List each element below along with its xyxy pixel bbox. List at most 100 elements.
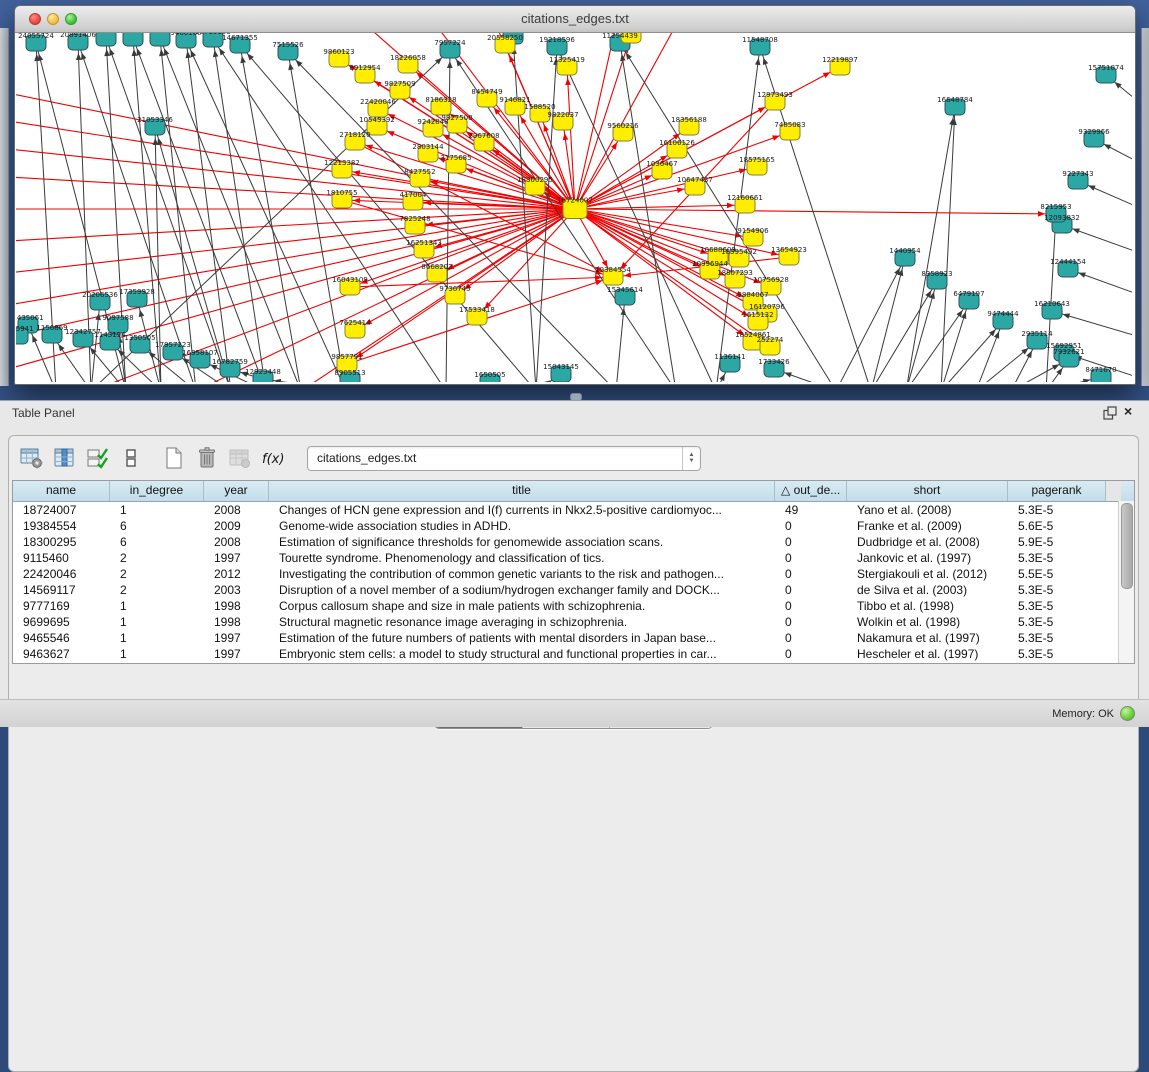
table-settings-icon[interactable] bbox=[19, 445, 45, 471]
window-titlebar[interactable]: citations_edges.txt bbox=[15, 6, 1135, 33]
column-header-short[interactable]: short bbox=[847, 481, 1008, 501]
node-label: 7932621 bbox=[1053, 348, 1084, 356]
cell-in_degree: 1 bbox=[110, 630, 204, 646]
node-label: 9097588 bbox=[102, 314, 133, 322]
cell-pagerank: 5.3E-5 bbox=[1008, 582, 1106, 598]
cell-short: Dudbridge et al. (2008) bbox=[847, 534, 1008, 550]
select-rows-icon[interactable] bbox=[85, 445, 111, 471]
cell-title: Embryonic stem cells: a model to study s… bbox=[269, 646, 775, 662]
cell-in_degree: 1 bbox=[110, 614, 204, 630]
node-label: 9827509 bbox=[384, 80, 415, 88]
edge-arrowhead bbox=[81, 52, 86, 60]
view-mode-icon[interactable] bbox=[118, 445, 144, 471]
node-label: 19218596 bbox=[539, 36, 575, 44]
cell-pagerank: 5.3E-5 bbox=[1008, 646, 1106, 662]
cell-year: 2008 bbox=[204, 534, 269, 550]
edge-arrowhead bbox=[994, 331, 999, 339]
cell-pagerank: 5.3E-5 bbox=[1008, 550, 1106, 566]
new-table-icon[interactable] bbox=[161, 445, 187, 471]
cell-out_de: 0 bbox=[775, 614, 847, 630]
edge-arrowhead bbox=[58, 344, 64, 351]
edge-arrowhead bbox=[727, 203, 734, 209]
edge-arrowhead bbox=[823, 72, 830, 78]
table-scrollbar[interactable] bbox=[1118, 501, 1134, 663]
cell-name: 9777169 bbox=[13, 598, 110, 614]
cell-title: Disruption of a novel member of a sodium… bbox=[269, 582, 775, 598]
cell-pagerank: 5.3E-5 bbox=[1008, 630, 1106, 646]
column-header-in_degree[interactable]: in_degree bbox=[110, 481, 204, 501]
table-row[interactable]: 1830029562008Estimation of significance … bbox=[13, 534, 1134, 550]
node-label: 20558250 bbox=[487, 34, 523, 42]
node-label: 9884067 bbox=[737, 291, 768, 299]
column-header-pagerank[interactable]: pagerank bbox=[1008, 481, 1106, 501]
table-row[interactable]: 1872400712008Changes of HCN gene express… bbox=[13, 502, 1134, 518]
table-row[interactable]: 946362711997Embryonic stem cells: a mode… bbox=[13, 646, 1134, 662]
table-row[interactable]: 977716911998Corpus callosum shape and si… bbox=[13, 598, 1134, 614]
node-label: 10647437 bbox=[677, 176, 713, 184]
node-label: 1810755 bbox=[326, 189, 357, 197]
cell-name: 22420046 bbox=[13, 566, 110, 582]
node-label: 8215953 bbox=[1040, 203, 1071, 211]
node-label: 7825248 bbox=[399, 215, 430, 223]
node-label: 8668202 bbox=[421, 263, 452, 271]
edge-arrowhead bbox=[545, 380, 552, 382]
node-label: 14671355 bbox=[222, 34, 258, 42]
memory-status: Memory: OK bbox=[1052, 706, 1135, 721]
cell-out_de: 0 bbox=[775, 566, 847, 582]
float-panel-icon[interactable] bbox=[1103, 406, 1117, 420]
node-label: 1733426 bbox=[758, 358, 790, 366]
column-header-year[interactable]: year bbox=[204, 481, 269, 501]
node-label: 16106126 bbox=[659, 139, 695, 147]
column-header-out_de[interactable]: △ out_de... bbox=[775, 481, 847, 501]
node-label: 12923448 bbox=[245, 368, 281, 376]
table-row[interactable]: 911546021997Tourette syndrome. Phenomeno… bbox=[13, 550, 1134, 566]
cell-title: Tourette syndrome. Phenomenology and cla… bbox=[269, 550, 775, 566]
cell-pagerank: 5.3E-5 bbox=[1008, 598, 1106, 614]
node-label: 9474444 bbox=[987, 310, 1019, 318]
edge-arrowhead bbox=[186, 51, 192, 58]
column-visibility-icon[interactable] bbox=[52, 445, 78, 471]
table-row[interactable]: 1456911722003Disruption of a novel membe… bbox=[13, 582, 1134, 598]
edge-arrowhead bbox=[677, 187, 684, 193]
node-label: 8358923 bbox=[921, 270, 952, 278]
status-bar: Memory: OK bbox=[0, 699, 1149, 727]
edge-arrowhead bbox=[784, 372, 792, 377]
node-label: 9860123 bbox=[323, 48, 354, 56]
network-graph[interactable]: 2405572420891406112538411065524715278027… bbox=[16, 33, 1132, 382]
cell-year: 2003 bbox=[204, 582, 269, 598]
edge-arrowhead bbox=[191, 50, 196, 58]
edge-arrowhead bbox=[1078, 272, 1086, 277]
network-edge bbox=[620, 43, 676, 382]
column-header-title[interactable]: title bbox=[269, 481, 775, 501]
node-label: 16648784 bbox=[937, 96, 973, 104]
node-label: 1350505 bbox=[124, 334, 155, 342]
column-header-name[interactable]: name bbox=[13, 481, 110, 501]
node-label: 12973493 bbox=[757, 91, 793, 99]
close-panel-icon[interactable]: × bbox=[1124, 403, 1132, 419]
scrollbar-thumb[interactable] bbox=[1121, 503, 1133, 589]
function-builder-icon[interactable]: f(x) bbox=[260, 445, 286, 471]
node-label: 11325419 bbox=[549, 56, 585, 64]
cell-pagerank: 5.3E-5 bbox=[1008, 502, 1106, 518]
table-row[interactable]: 946554611997Estimation of the future num… bbox=[13, 630, 1134, 646]
application-background: citations_edges.txt 24055724208914061125… bbox=[0, 0, 1149, 727]
cell-name: 9115460 bbox=[13, 550, 110, 566]
table-selector-dropdown[interactable]: citations_edges.txt▲▼ bbox=[307, 446, 701, 471]
delete-table-icon[interactable] bbox=[227, 445, 253, 471]
node-label: 8427552 bbox=[404, 168, 435, 176]
node-label: 18300295 bbox=[517, 176, 553, 184]
node-label: 17359928 bbox=[119, 288, 155, 296]
edge-arrowhead bbox=[288, 63, 294, 70]
node-label: 12213382 bbox=[324, 159, 360, 167]
table-row[interactable]: 1938455462009Genome-wide association stu… bbox=[13, 518, 1134, 534]
network-canvas[interactable]: 2405572420891406112538411065524715278027… bbox=[16, 33, 1132, 382]
cell-out_de: 49 bbox=[775, 502, 847, 518]
node-label: 1156869 bbox=[36, 324, 67, 332]
table-row[interactable]: 2242004622012Investigating the contribut… bbox=[13, 566, 1134, 582]
table-row[interactable]: 969969511998Structural magnetic resonanc… bbox=[13, 614, 1134, 630]
cell-short: Franke et al. (2009) bbox=[847, 518, 1008, 534]
delete-column-icon[interactable] bbox=[194, 445, 220, 471]
cell-year: 2008 bbox=[204, 502, 269, 518]
edge-arrowhead bbox=[159, 49, 165, 56]
node-label: 10543392 bbox=[359, 116, 395, 124]
